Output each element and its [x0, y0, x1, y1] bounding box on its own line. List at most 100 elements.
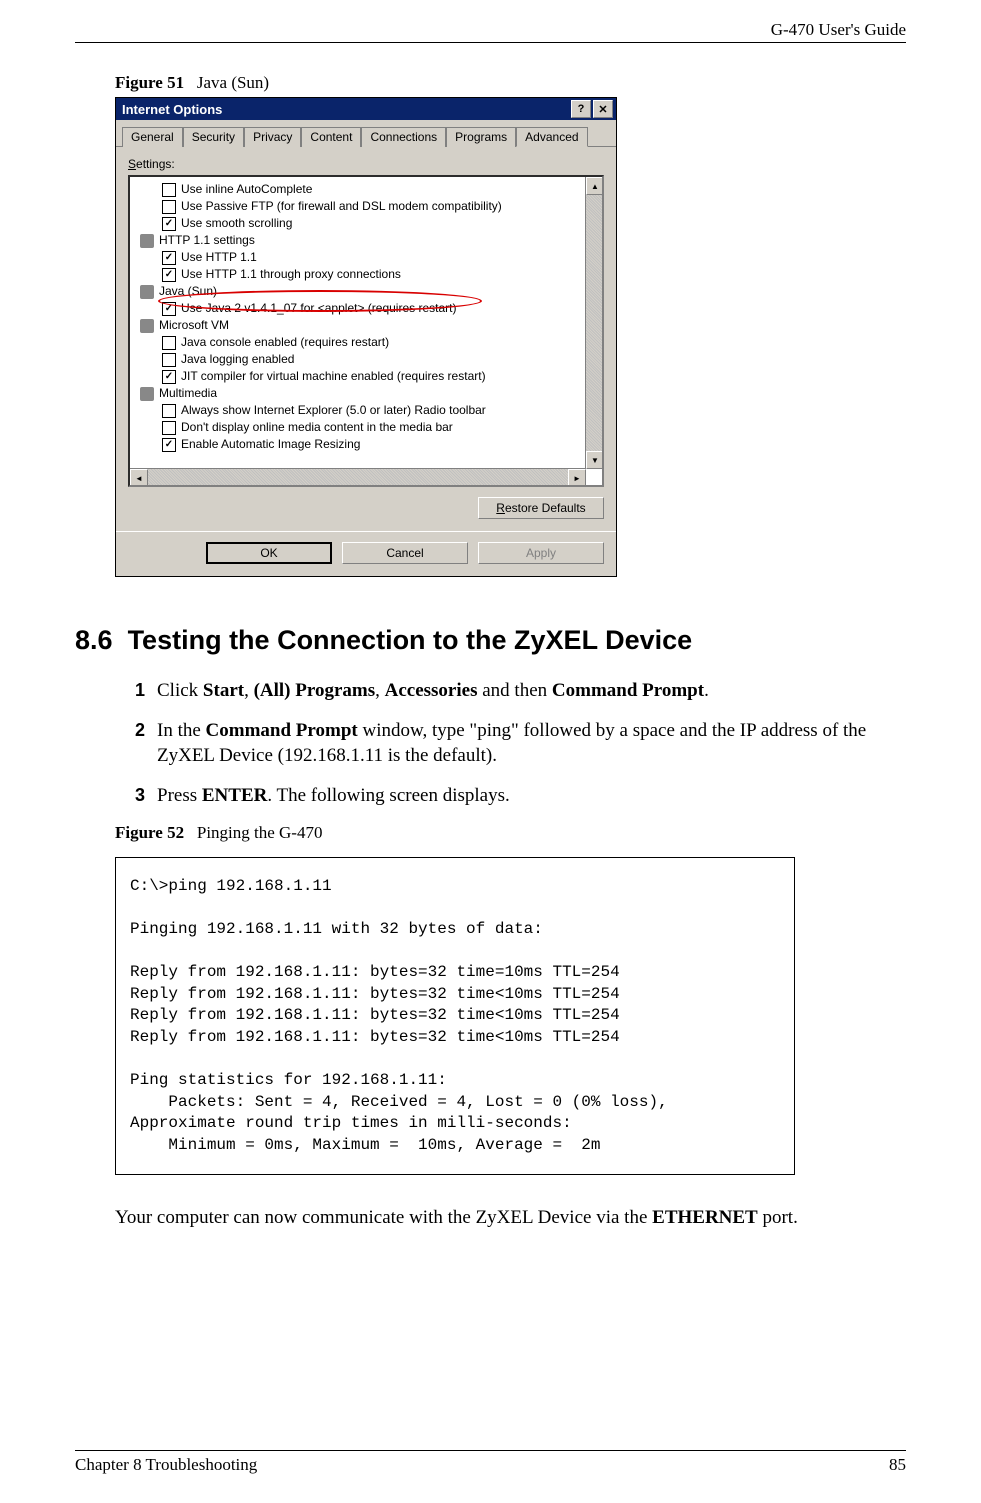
tree-item[interactable]: Use Passive FTP (for firewall and DSL mo… — [134, 198, 582, 215]
tab-general[interactable]: General — [122, 127, 183, 147]
scroll-right-icon[interactable]: ► — [568, 469, 586, 487]
settings-tree[interactable]: Use inline AutoCompleteUse Passive FTP (… — [128, 175, 604, 487]
folder-icon — [140, 234, 154, 248]
page-header: G-470 User's Guide — [75, 20, 906, 43]
tree-item-label: Use HTTP 1.1 through proxy connections — [181, 266, 401, 283]
scroll-down-icon[interactable]: ▼ — [586, 451, 604, 469]
figure51-label: Figure 51 — [115, 73, 184, 92]
tree-group-label: HTTP 1.1 settings — [159, 232, 255, 249]
tree-item-label: Always show Internet Explorer (5.0 or la… — [181, 402, 486, 419]
checkbox-icon[interactable] — [162, 370, 176, 384]
step-number: 2 — [135, 718, 157, 769]
dialog-titlebar: Internet Options ? ✕ — [116, 98, 616, 120]
section-title: Testing the Connection to the ZyXEL Devi… — [128, 625, 693, 655]
step-text: In the Command Prompt window, type "ping… — [157, 718, 906, 769]
step-text: Press ENTER. The following screen displa… — [157, 783, 906, 809]
tree-item[interactable]: Use HTTP 1.1 through proxy connections — [134, 266, 582, 283]
footer-page-number: 85 — [889, 1455, 906, 1475]
tree-item[interactable]: Don't display online media content in th… — [134, 419, 582, 436]
checkbox-icon[interactable] — [162, 353, 176, 367]
figure51-caption: Figure 51 Java (Sun) — [115, 73, 906, 93]
checkbox-icon[interactable] — [162, 336, 176, 350]
tab-advanced[interactable]: Advanced — [516, 127, 587, 147]
tree-group-label: Multimedia — [159, 385, 217, 402]
tree-group: Multimedia — [134, 385, 582, 402]
checkbox-icon[interactable] — [162, 251, 176, 265]
checkbox-icon[interactable] — [162, 268, 176, 282]
tab-security[interactable]: Security — [183, 127, 244, 147]
step-number: 1 — [135, 678, 157, 704]
dialog-button-row: OK Cancel Apply — [116, 531, 616, 576]
tree-item[interactable]: Enable Automatic Image Resizing — [134, 436, 582, 453]
tree-group-label: Microsoft VM — [159, 317, 229, 334]
tree-group: Microsoft VM — [134, 317, 582, 334]
tree-item-label: Java console enabled (requires restart) — [181, 334, 389, 351]
tab-privacy[interactable]: Privacy — [244, 127, 301, 147]
figure52-text: Pinging the G-470 — [197, 823, 323, 842]
tab-content[interactable]: Content — [301, 127, 361, 147]
tree-item[interactable]: Use smooth scrolling — [134, 215, 582, 232]
tab-connections[interactable]: Connections — [361, 127, 446, 147]
dialog-title: Internet Options — [122, 102, 222, 117]
scroll-up-icon[interactable]: ▲ — [586, 177, 604, 195]
step-item: 1Click Start, (All) Programs, Accessorie… — [135, 678, 906, 704]
tree-item[interactable]: Use inline AutoComplete — [134, 181, 582, 198]
tree-item[interactable]: Java logging enabled — [134, 351, 582, 368]
tree-item-label: Enable Automatic Image Resizing — [181, 436, 360, 453]
tree-item-label: Use Java 2 v1.4.1_07 for <applet> (requi… — [181, 300, 456, 317]
settings-label: Settings: — [128, 157, 604, 171]
checkbox-icon[interactable] — [162, 200, 176, 214]
tree-item[interactable]: Use Java 2 v1.4.1_07 for <applet> (requi… — [134, 300, 582, 317]
tree-item-label: Use smooth scrolling — [181, 215, 292, 232]
ok-button[interactable]: OK — [206, 542, 332, 564]
cancel-button[interactable]: Cancel — [342, 542, 468, 564]
tab-programs[interactable]: Programs — [446, 127, 516, 147]
checkbox-icon[interactable] — [162, 183, 176, 197]
checkbox-icon[interactable] — [162, 421, 176, 435]
steps-list: 1Click Start, (All) Programs, Accessorie… — [135, 678, 906, 809]
tree-item[interactable]: JIT compiler for virtual machine enabled… — [134, 368, 582, 385]
tree-group: HTTP 1.1 settings — [134, 232, 582, 249]
step-item: 3Press ENTER. The following screen displ… — [135, 783, 906, 809]
tree-item[interactable]: Java console enabled (requires restart) — [134, 334, 582, 351]
step-text: Click Start, (All) Programs, Accessories… — [157, 678, 906, 704]
checkbox-icon[interactable] — [162, 404, 176, 418]
figure51-text: Java (Sun) — [197, 73, 269, 92]
step-item: 2In the Command Prompt window, type "pin… — [135, 718, 906, 769]
tree-group-label: Java (Sun) — [159, 283, 217, 300]
tree-item[interactable]: Always show Internet Explorer (5.0 or la… — [134, 402, 582, 419]
scroll-left-icon[interactable]: ◄ — [130, 469, 148, 487]
tree-item-label: Use HTTP 1.1 — [181, 249, 257, 266]
tree-item-label: Don't display online media content in th… — [181, 419, 453, 436]
restore-defaults-button[interactable]: Restore Defaults — [478, 497, 604, 519]
apply-button[interactable]: Apply — [478, 542, 604, 564]
tree-item[interactable]: Use HTTP 1.1 — [134, 249, 582, 266]
figure52-label: Figure 52 — [115, 823, 184, 842]
vertical-scrollbar[interactable]: ▲ ▼ — [585, 177, 602, 469]
section-number: 8.6 — [75, 625, 113, 655]
folder-icon — [140, 319, 154, 333]
page-footer: Chapter 8 Troubleshooting 85 — [75, 1450, 906, 1475]
doc-title: G-470 User's Guide — [771, 20, 906, 39]
dialog-body: Settings: Use inline AutoCompleteUse Pas… — [116, 147, 616, 531]
tree-item-label: Use Passive FTP (for firewall and DSL mo… — [181, 198, 502, 215]
footer-chapter: Chapter 8 Troubleshooting — [75, 1455, 257, 1475]
checkbox-icon[interactable] — [162, 302, 176, 316]
close-button[interactable]: ✕ — [593, 100, 613, 118]
tree-group: Java (Sun) — [134, 283, 582, 300]
horizontal-scrollbar[interactable]: ◄ ► — [130, 468, 586, 485]
checkbox-icon[interactable] — [162, 217, 176, 231]
figure52-caption: Figure 52 Pinging the G-470 — [115, 823, 906, 843]
folder-icon — [140, 285, 154, 299]
internet-options-dialog: Internet Options ? ✕ General Security Pr… — [115, 97, 617, 577]
tab-row: General Security Privacy Content Connect… — [116, 120, 616, 147]
conclusion-text: Your computer can now communicate with t… — [115, 1205, 906, 1231]
tree-item-label: Java logging enabled — [181, 351, 294, 368]
tree-item-label: Use inline AutoComplete — [181, 181, 312, 198]
section-heading: 8.6 Testing the Connection to the ZyXEL … — [75, 625, 906, 656]
folder-icon — [140, 387, 154, 401]
tree-item-label: JIT compiler for virtual machine enabled… — [181, 368, 486, 385]
checkbox-icon[interactable] — [162, 438, 176, 452]
step-number: 3 — [135, 783, 157, 809]
help-button[interactable]: ? — [571, 100, 591, 118]
